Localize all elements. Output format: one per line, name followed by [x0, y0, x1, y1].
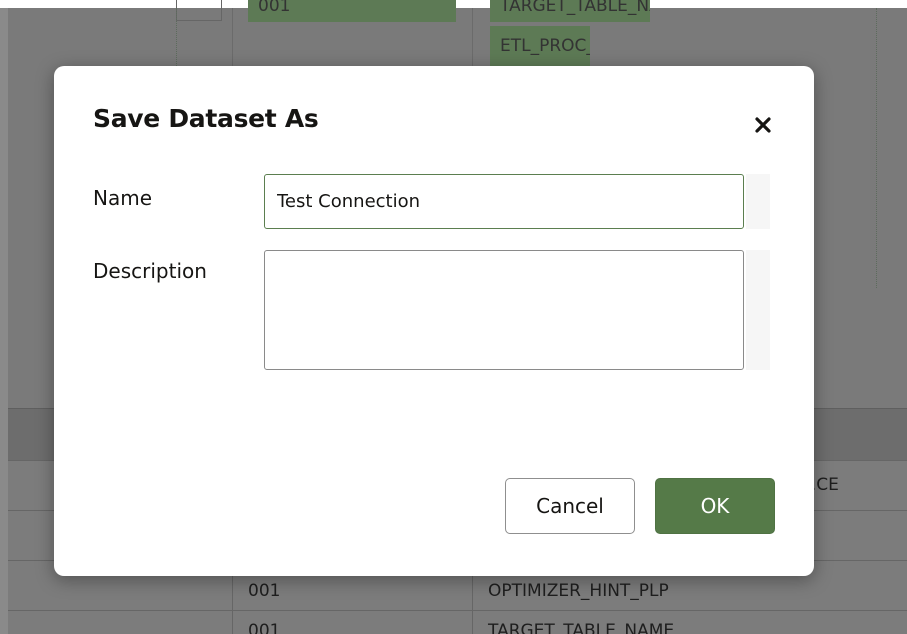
input-side-strip	[746, 174, 770, 229]
background-panel-border	[876, 8, 877, 288]
background-cell: TARGET_TABLE_NAME	[490, 0, 650, 22]
background-cell-text: 001	[258, 0, 291, 16]
cancel-button[interactable]: Cancel	[505, 478, 635, 534]
table-cell: TARGET_TABLE_NAME	[488, 621, 675, 634]
description-textarea[interactable]	[264, 250, 744, 370]
input-side-strip	[746, 250, 770, 370]
close-icon	[755, 117, 771, 133]
background-row-divider	[472, 611, 473, 634]
app-screen: 001 TARGET_TABLE_NAME ETL_PROC_WID ...CE…	[0, 0, 907, 634]
background-cell: ETL_PROC_WID	[490, 26, 590, 66]
background-left-strip	[0, 8, 8, 634]
name-input[interactable]	[264, 174, 744, 229]
name-label: Name	[93, 186, 153, 210]
table-cell: OPTIMIZER_HINT_PLP	[488, 581, 669, 601]
close-button[interactable]	[748, 110, 778, 140]
background-cell-text: TARGET_TABLE_NAME	[500, 0, 650, 16]
background-box	[176, 0, 222, 21]
dialog-title: Save Dataset As	[93, 104, 319, 133]
save-dataset-dialog: Save Dataset As Name Description Cancel …	[54, 66, 814, 576]
table-cell: 001	[248, 621, 281, 634]
table-row: 001 TARGET_TABLE_NAME	[8, 610, 907, 634]
background-row-divider	[232, 611, 233, 634]
ok-button[interactable]: OK	[655, 478, 775, 534]
description-label: Description	[93, 259, 207, 283]
table-cell: 001	[248, 581, 281, 601]
background-cell-text: ETL_PROC_WID	[500, 36, 590, 56]
background-cell: 001	[248, 0, 456, 22]
